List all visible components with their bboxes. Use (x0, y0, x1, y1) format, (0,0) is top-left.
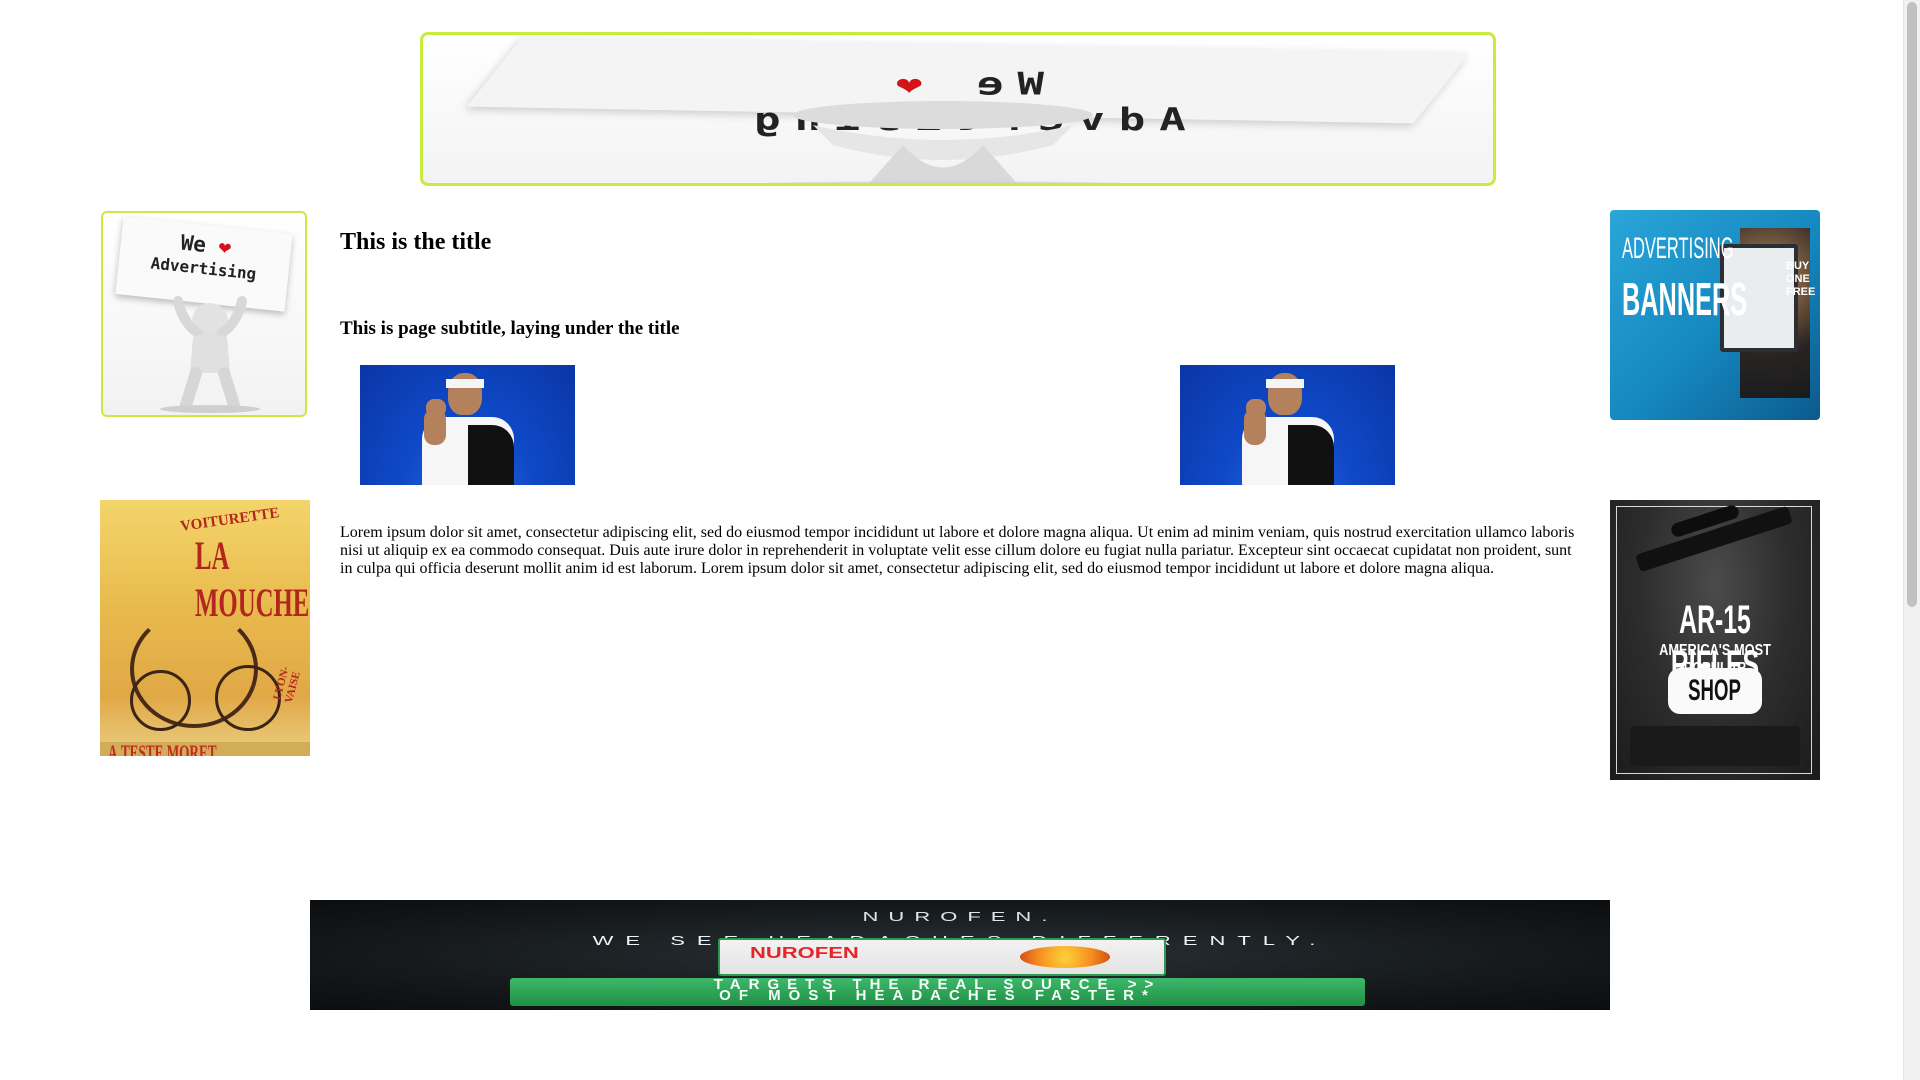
wheel-icon (130, 670, 191, 731)
page-title: This is the title (340, 229, 492, 255)
left-top-ad[interactable]: We ❤ Advertising (101, 211, 307, 417)
ad-line2: BANNERS (1622, 273, 1748, 325)
ad-cta-button[interactable]: TARGETS THE REAL SOURCE >> OF MOST HEADA… (510, 976, 1365, 1006)
tennis-player-image-right (1180, 365, 1395, 485)
player-shirt (468, 425, 514, 485)
ad-brand: NUROFEN. (862, 909, 1058, 925)
pill-icon (1020, 946, 1110, 968)
player-shirt (1288, 425, 1334, 485)
left-bottom-ad[interactable]: VOITURETTE LA MOUCHE LYON-VAISE A.TESTE … (100, 500, 310, 780)
right-top-ad[interactable]: ADVERTISING BANNERS BUY ONE FREE (1610, 210, 1820, 420)
player-headband (446, 379, 484, 388)
body-text: Lorem ipsum dolor sit amet, consectetur … (340, 524, 1575, 577)
top-banner-ad[interactable]: We ❤ Advertising (420, 32, 1496, 186)
vertical-scrollbar[interactable] (1903, 0, 1920, 1080)
figure-illustration (160, 296, 260, 413)
figure-illustration (764, 101, 1122, 183)
product-name: NUROFEN (750, 943, 859, 962)
gun-illustration (1630, 726, 1800, 766)
player-headband (1266, 379, 1304, 388)
shop-button[interactable]: SHOP (1668, 668, 1762, 714)
heart-icon: ❤ (217, 234, 233, 260)
scrollbar-thumb[interactable] (1907, 2, 1917, 607)
shop-button-label: SHOP (1688, 674, 1742, 707)
product-pack: NUROFEN (718, 938, 1166, 976)
ad-line4: LYON-VAISE (271, 664, 303, 705)
bottom-banner-ad[interactable]: NUROFEN. WE SEE HEADACHES DIFFERENTLY. N… (310, 900, 1610, 1010)
ad-footer-strip (100, 756, 310, 780)
tennis-player-image-left (360, 365, 575, 485)
player-fist (1246, 399, 1266, 417)
right-bottom-ad[interactable]: AR-15 RIFLES AMERICA'S MOST POPULAR SHOP (1610, 500, 1820, 780)
page-subtitle: This is page subtitle, laying under the … (340, 318, 680, 339)
ad-line1: ADVERTISING (1622, 232, 1734, 265)
player-fist (426, 399, 446, 417)
ad-offer: BUY ONE FREE (1786, 260, 1816, 298)
ad-cta-text: TARGETS THE REAL SOURCE >> OF MOST HEADA… (713, 976, 1162, 1004)
